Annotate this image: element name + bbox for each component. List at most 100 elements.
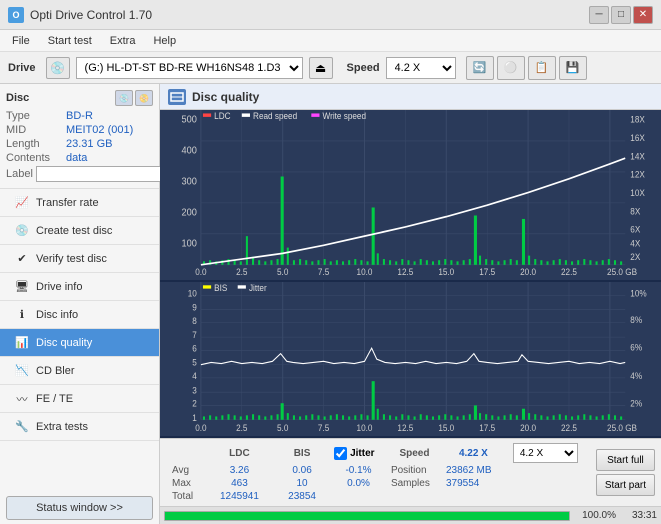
disc-icon-1[interactable]: 💿 bbox=[115, 90, 133, 106]
nav-fe-te[interactable]: 〰 FE / TE bbox=[0, 385, 159, 413]
svg-text:200: 200 bbox=[181, 207, 197, 219]
menu-file[interactable]: File bbox=[4, 33, 38, 49]
speed-select-inline[interactable]: 4.2 X bbox=[513, 443, 578, 463]
test-buttons: Start full Start part bbox=[596, 449, 655, 496]
eject-button[interactable]: ⏏ bbox=[309, 57, 333, 79]
total-bis: 23854 bbox=[274, 490, 330, 503]
svg-text:8%: 8% bbox=[630, 314, 642, 324]
window-controls[interactable]: ─ □ ✕ bbox=[589, 6, 653, 24]
svg-text:300: 300 bbox=[181, 176, 197, 188]
speed-select[interactable]: 4.2 X bbox=[386, 57, 456, 79]
nav-disc-quality-label: Disc quality bbox=[36, 337, 92, 349]
max-jitter: 0.0% bbox=[330, 477, 387, 490]
svg-text:7: 7 bbox=[192, 330, 197, 340]
svg-text:14X: 14X bbox=[630, 151, 645, 162]
start-part-button[interactable]: Start part bbox=[596, 474, 655, 496]
disc-section: Disc 💿 📀 Type BD-R MID MEIT02 (001) Leng… bbox=[0, 84, 159, 189]
drive-action-buttons[interactable]: 🔄 ⚪ 📋 💾 bbox=[466, 56, 587, 80]
disc-label-text: Label bbox=[6, 168, 33, 180]
status-window-button[interactable]: Status window >> bbox=[6, 496, 153, 520]
avg-jitter: -0.1% bbox=[330, 464, 387, 477]
total-ldc: 1245941 bbox=[205, 490, 274, 503]
svg-text:0.0: 0.0 bbox=[195, 267, 207, 278]
svg-text:10.0: 10.0 bbox=[357, 267, 373, 278]
ldc-chart: 500 400 300 200 100 18X 16X 14X 12X 10X … bbox=[160, 110, 661, 282]
charts-area: 500 400 300 200 100 18X 16X 14X 12X 10X … bbox=[160, 110, 661, 438]
svg-text:2X: 2X bbox=[630, 252, 640, 263]
nav-cd-bler[interactable]: 📉 CD Bler bbox=[0, 357, 159, 385]
max-bis: 10 bbox=[274, 477, 330, 490]
copy-button[interactable]: 📋 bbox=[528, 56, 556, 80]
svg-text:500: 500 bbox=[181, 114, 197, 126]
refresh-button[interactable]: 🔄 bbox=[466, 56, 494, 80]
svg-text:25.0: 25.0 bbox=[607, 267, 623, 278]
disc-info-icon: ℹ bbox=[14, 307, 30, 323]
nav-disc-info[interactable]: ℹ Disc info bbox=[0, 301, 159, 329]
jitter-checkbox-label[interactable]: Jitter bbox=[334, 447, 383, 460]
maximize-button[interactable]: □ bbox=[611, 6, 631, 24]
disc-label-input[interactable] bbox=[36, 166, 174, 182]
disc-type-label: Type bbox=[6, 110, 66, 122]
svg-text:16X: 16X bbox=[630, 133, 645, 144]
drive-select[interactable]: (G:) HL-DT-ST BD-RE WH16NS48 1.D3 bbox=[76, 57, 303, 79]
svg-text:7.5: 7.5 bbox=[318, 422, 330, 432]
svg-text:10X: 10X bbox=[630, 188, 645, 199]
svg-text:2%: 2% bbox=[630, 398, 642, 408]
nav-disc-quality[interactable]: 📊 Disc quality bbox=[0, 329, 159, 357]
speed-label: Speed bbox=[347, 62, 380, 74]
nav-drive-info-label: Drive info bbox=[36, 281, 82, 293]
menu-starttest[interactable]: Start test bbox=[40, 33, 100, 49]
nav-create-test-disc-label: Create test disc bbox=[36, 225, 112, 237]
nav-verify-test-disc[interactable]: ✔ Verify test disc bbox=[0, 245, 159, 273]
svg-text:10.0: 10.0 bbox=[357, 422, 373, 432]
menu-extra[interactable]: Extra bbox=[102, 33, 144, 49]
svg-text:12.5: 12.5 bbox=[397, 267, 413, 278]
svg-text:BIS: BIS bbox=[214, 282, 227, 292]
erase-button[interactable]: ⚪ bbox=[497, 56, 525, 80]
speed-display: 4.22 X bbox=[459, 448, 488, 459]
titlebar: O Opti Drive Control 1.70 ─ □ ✕ bbox=[0, 0, 661, 30]
svg-text:12X: 12X bbox=[630, 169, 645, 180]
progress-percent: 100.0% bbox=[576, 510, 616, 521]
disc-quality-icon: 📊 bbox=[14, 335, 30, 351]
disc-icon-2[interactable]: 📀 bbox=[135, 90, 153, 106]
svg-text:15.0: 15.0 bbox=[438, 267, 454, 278]
menu-help[interactable]: Help bbox=[145, 33, 184, 49]
svg-text:8X: 8X bbox=[630, 206, 640, 217]
drive-icon-group: 💿 bbox=[46, 57, 70, 79]
svg-text:17.5: 17.5 bbox=[479, 267, 495, 278]
svg-text:400: 400 bbox=[181, 145, 197, 157]
content-title: Disc quality bbox=[192, 90, 259, 104]
minimize-button[interactable]: ─ bbox=[589, 6, 609, 24]
nav-extra-tests[interactable]: 🔧 Extra tests bbox=[0, 413, 159, 441]
jitter-checkbox[interactable] bbox=[334, 447, 347, 460]
content-header-icon bbox=[168, 89, 186, 105]
svg-text:9: 9 bbox=[192, 302, 197, 312]
col-bis: BIS bbox=[274, 442, 330, 464]
col-ldc: LDC bbox=[205, 442, 274, 464]
start-full-button[interactable]: Start full bbox=[596, 449, 655, 471]
save-button[interactable]: 💾 bbox=[559, 56, 587, 80]
disc-header: Disc 💿 📀 bbox=[6, 90, 153, 106]
svg-text:15.0: 15.0 bbox=[438, 422, 454, 432]
progress-fill bbox=[165, 512, 569, 520]
nav-create-test-disc[interactable]: 💿 Create test disc bbox=[0, 217, 159, 245]
progress-time: 33:31 bbox=[622, 510, 657, 521]
samples-label: Samples bbox=[387, 477, 442, 490]
nav-disc-info-label: Disc info bbox=[36, 309, 78, 321]
nav-drive-info[interactable]: 🖥 Drive info bbox=[0, 273, 159, 301]
svg-text:5: 5 bbox=[192, 357, 197, 367]
close-button[interactable]: ✕ bbox=[633, 6, 653, 24]
jitter-label: Jitter bbox=[350, 448, 374, 459]
disc-type-row: Type BD-R bbox=[6, 110, 153, 122]
svg-text:GB: GB bbox=[625, 422, 637, 432]
col-speed: Speed bbox=[387, 442, 442, 464]
svg-text:Jitter: Jitter bbox=[249, 282, 267, 292]
nav-transfer-rate[interactable]: 📈 Transfer rate bbox=[0, 189, 159, 217]
drivebar: Drive 💿 (G:) HL-DT-ST BD-RE WH16NS48 1.D… bbox=[0, 52, 661, 84]
svg-text:22.5: 22.5 bbox=[561, 422, 577, 432]
bis-chart: 10 9 8 7 6 5 4 3 2 1 10% 8% 6% 4% 2% bbox=[160, 282, 661, 438]
nav-fe-te-label: FE / TE bbox=[36, 393, 73, 405]
svg-text:20.0: 20.0 bbox=[520, 267, 536, 278]
disc-mid-label: MID bbox=[6, 124, 66, 136]
